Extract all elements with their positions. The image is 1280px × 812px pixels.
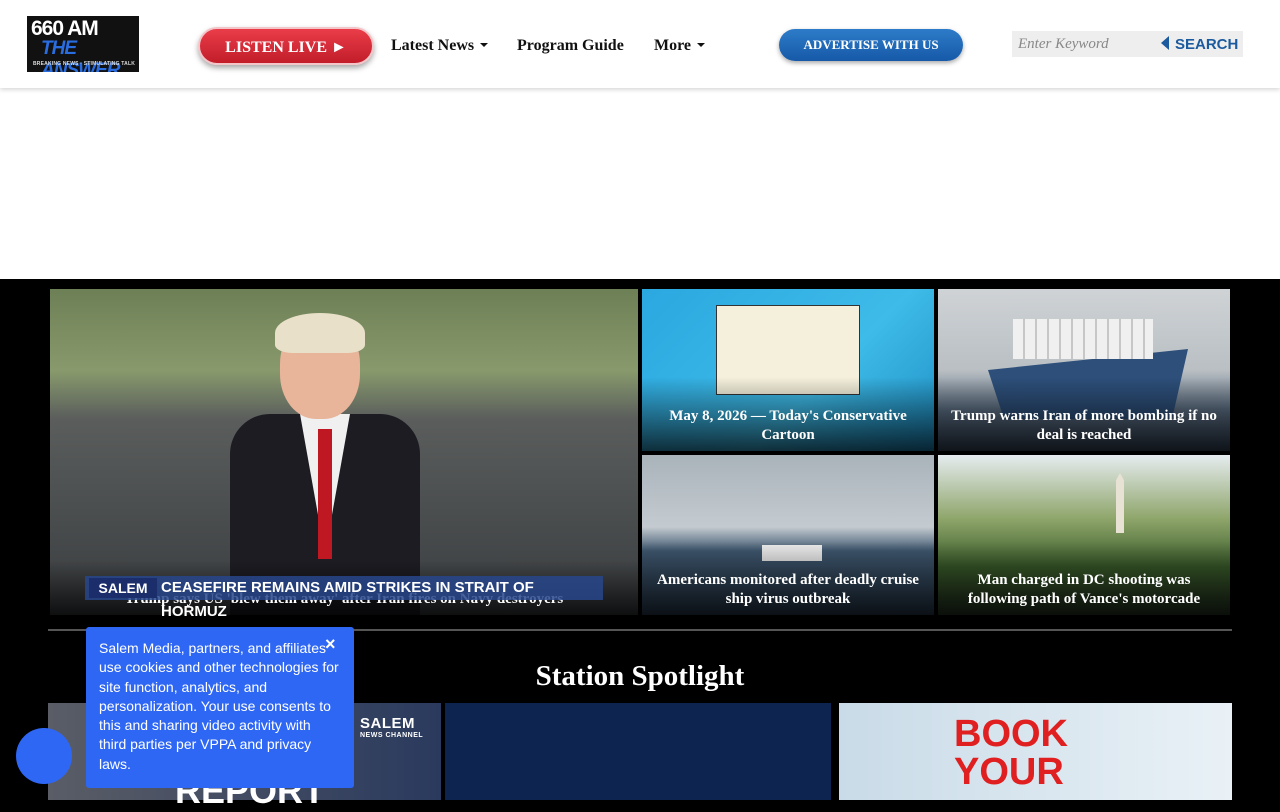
spotlight-card-2[interactable] bbox=[445, 703, 831, 800]
nav-more[interactable]: More bbox=[654, 37, 706, 55]
monument-image bbox=[1116, 473, 1124, 533]
story-caption: Americans monitored after deadly cruise … bbox=[642, 541, 934, 615]
chat-button[interactable] bbox=[16, 728, 72, 784]
ad-space bbox=[0, 88, 1280, 279]
chyron-tag: SALEM bbox=[89, 578, 157, 598]
salem-brand-sub: NEWS CHANNEL bbox=[360, 732, 424, 739]
story-tile-dc[interactable]: Man charged in DC shooting was following… bbox=[938, 455, 1230, 615]
featured-main-story[interactable]: Trump says US 'blew them away' after Ira… bbox=[50, 289, 638, 615]
story-tile-cruise[interactable]: Americans monitored after deadly cruise … bbox=[642, 455, 934, 615]
listen-live-button[interactable]: LISTEN LIVE ► bbox=[198, 27, 374, 65]
salem-brand-name: SALEM bbox=[360, 715, 415, 732]
nav-program-guide-label: Program Guide bbox=[517, 37, 624, 54]
cookie-notice: × Salem Media, partners, and affiliates … bbox=[86, 627, 354, 788]
news-chyron: SALEM CEASEFIRE REMAINS AMID STRIKES IN … bbox=[85, 576, 603, 620]
search-button[interactable]: SEARCH bbox=[1161, 36, 1238, 53]
chevron-down-icon bbox=[480, 43, 489, 47]
nav-latest-news[interactable]: Latest News bbox=[391, 37, 489, 55]
nav-more-label: More bbox=[654, 37, 692, 54]
book-trip-text: BOOK YOUR bbox=[954, 715, 1068, 791]
story-caption: Man charged in DC shooting was following… bbox=[938, 541, 1230, 615]
advertise-button[interactable]: ADVERTISE WITH US bbox=[779, 29, 963, 61]
nav-program-guide[interactable]: Program Guide bbox=[517, 37, 624, 55]
nav-latest-news-label: Latest News bbox=[391, 37, 475, 54]
story-tile-cartoon[interactable]: May 8, 2026 — Today's Conservative Carto… bbox=[642, 289, 934, 451]
story-tile-iran[interactable]: Trump warns Iran of more bombing if no d… bbox=[938, 289, 1230, 451]
cookie-text: Salem Media, partners, and affiliates us… bbox=[99, 640, 339, 772]
search-arrow-icon bbox=[1161, 36, 1169, 50]
book-line1: BOOK bbox=[954, 713, 1068, 755]
search-input[interactable] bbox=[1018, 34, 1158, 54]
salem-brand: SALEM NEWS CHANNEL bbox=[360, 715, 423, 739]
story-caption: May 8, 2026 — Today's Conservative Carto… bbox=[642, 377, 934, 451]
chevron-down-icon bbox=[697, 43, 706, 47]
book-line2: YOUR bbox=[954, 751, 1064, 793]
close-icon[interactable]: × bbox=[325, 635, 336, 653]
search-button-label: SEARCH bbox=[1175, 36, 1239, 53]
station-logo[interactable]: 660 AM THE ANSWER BREAKING NEWS · STIMUL… bbox=[27, 16, 139, 72]
story-caption: Trump warns Iran of more bombing if no d… bbox=[938, 377, 1230, 451]
logo-tagline: BREAKING NEWS · STIMULATING TALK bbox=[33, 61, 136, 67]
site-header: 660 AM THE ANSWER BREAKING NEWS · STIMUL… bbox=[0, 0, 1280, 88]
